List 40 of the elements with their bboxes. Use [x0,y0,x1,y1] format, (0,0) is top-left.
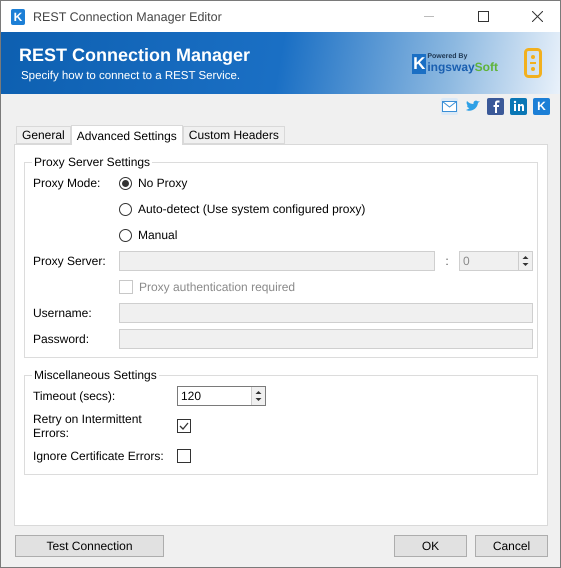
checkbox[interactable] [177,449,191,463]
port-separator: : [444,254,450,268]
username-field[interactable] [119,303,533,323]
tab[interactable]: General [16,126,71,144]
brand-link[interactable]: K [533,98,550,114]
logo-name: ingswaySoft [427,60,498,74]
field-label: Proxy Mode: [33,176,102,190]
tab[interactable]: Custom Headers [182,126,285,144]
banner-title: REST Connection Manager [19,44,252,66]
checkbox-label: Proxy authentication required [139,280,296,294]
checkbox[interactable] [177,419,191,433]
test-connection-button[interactable]: Test Connection [15,535,164,557]
ok-button[interactable]: OK [394,535,467,557]
group-title: Proxy Server Settings [33,155,152,169]
option-label: Auto-detect (Use system configured proxy) [138,202,366,216]
group-title: Miscellaneous Settings [33,368,158,382]
tab[interactable]: Advanced Settings [70,125,183,145]
option-label: No Proxy [138,176,188,190]
mail-icon[interactable] [441,98,458,114]
radio-button[interactable] [119,176,132,190]
field-label: Ignore Certificate Errors: [33,449,165,463]
field-label: Password: [33,332,90,346]
field-label: Retry on Intermittent Errors: [33,412,143,440]
linkedin-icon[interactable] [510,98,527,114]
field-label: Username: [33,306,93,320]
field-label: Timeout (secs): [33,389,116,403]
option-label: Manual [138,228,178,242]
spin-icon[interactable] [251,387,265,405]
timeout-field[interactable]: 120 [177,386,266,406]
cancel-button[interactable]: Cancel [475,535,548,557]
field-label: Proxy Server: [33,254,107,268]
window-title: REST Connection Manager Editor [33,10,223,24]
banner-subtitle: Specify how to connect to a REST Service. [20,70,242,82]
password-field[interactable] [119,329,533,349]
logo-mark: K [412,54,426,74]
service-icon [524,48,542,78]
radio-button[interactable] [119,228,132,242]
app-icon: K [11,8,25,24]
radio-button[interactable] [119,202,132,216]
facebook-icon[interactable] [487,98,504,114]
